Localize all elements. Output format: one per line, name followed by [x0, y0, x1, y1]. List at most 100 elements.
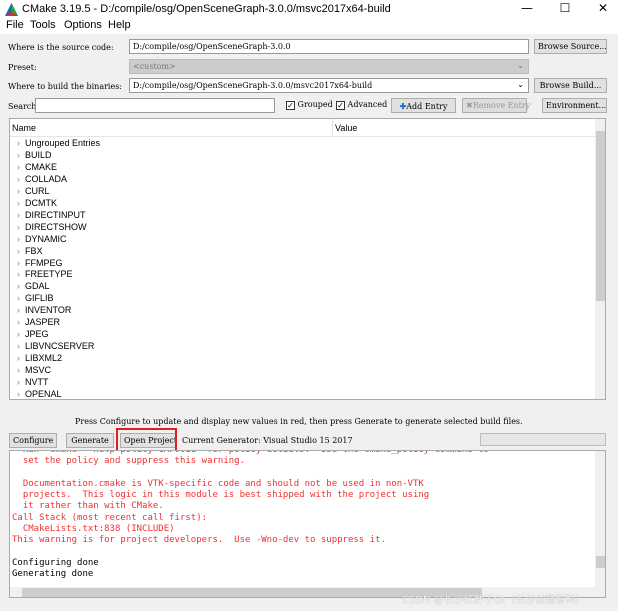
chevron-right-icon[interactable]: › — [12, 305, 25, 315]
check-icon: ✓ — [336, 100, 345, 110]
output-log[interactable]: Run "cmake --help-policy CMP0011" for po… — [9, 450, 606, 598]
grouped-checkbox[interactable]: ✓ Grouped — [286, 100, 333, 110]
tree-item-label: BUILD — [25, 149, 52, 160]
tree-item-label: NVTT — [25, 377, 49, 387]
tree-item[interactable]: › JPEG — [12, 329, 49, 341]
environment-button[interactable]: Environment... — [542, 98, 607, 113]
close-button[interactable]: ✕ — [588, 1, 618, 17]
tree-item[interactable]: › Ungrouped Entries — [12, 138, 100, 150]
menu-options[interactable]: Options — [64, 19, 102, 31]
minimize-button[interactable]: — — [512, 1, 542, 17]
tree-item[interactable]: › LIBXML2 — [12, 353, 62, 365]
tree-item[interactable]: › JASPER — [12, 317, 60, 329]
chevron-right-icon[interactable]: › — [12, 198, 25, 208]
tree-item-label: LIBVNCSERVER — [25, 341, 95, 352]
menu-file[interactable]: File — [6, 19, 24, 31]
check-icon: ✓ — [286, 100, 295, 110]
chevron-right-icon[interactable]: › — [12, 353, 25, 363]
tree-item[interactable]: › DYNAMIC — [12, 234, 67, 246]
scroll-thumb[interactable] — [596, 556, 605, 568]
tree-item[interactable]: › OPENAL — [12, 388, 62, 399]
tree-item-label: MSVC — [25, 365, 52, 376]
maximize-button[interactable]: ☐ — [550, 1, 580, 17]
log-line: Generating done — [12, 569, 94, 580]
tree-item[interactable]: › DIRECTINPUT — [12, 210, 86, 222]
tree-item[interactable]: › DCMTK — [12, 198, 57, 210]
tree-item-label: CMAKE — [25, 161, 58, 172]
chevron-right-icon[interactable]: › — [12, 341, 25, 351]
chevron-right-icon[interactable]: › — [12, 222, 25, 232]
chevron-right-icon[interactable]: › — [12, 293, 25, 303]
remove-entry-button: ✖Remove Entry — [462, 98, 530, 113]
chevron-right-icon[interactable]: › — [12, 365, 25, 375]
tree-item[interactable]: › FBX — [12, 246, 43, 258]
chevron-right-icon[interactable]: › — [12, 329, 25, 339]
tree-item[interactable]: › NVTT — [12, 377, 49, 389]
tree-item[interactable]: › MSVC — [12, 365, 51, 377]
tree-item-label: COLLADA — [25, 173, 68, 184]
log-line-warning: CMakeLists.txt:838 (INCLUDE) — [12, 524, 175, 535]
chevron-right-icon[interactable]: › — [12, 269, 25, 279]
chevron-right-icon[interactable]: › — [12, 186, 25, 196]
advanced-checkbox[interactable]: ✓ Advanced — [336, 100, 387, 110]
tree-item-label: FBX — [25, 245, 43, 256]
tree-item[interactable]: › LIBVNCSERVER — [12, 341, 94, 353]
column-value[interactable]: Value — [335, 123, 357, 133]
chevron-down-icon: ⌄ — [517, 61, 524, 70]
tree-item[interactable]: › BUILD — [12, 150, 52, 162]
add-entry-button[interactable]: ✚Add Entry — [391, 98, 456, 113]
tree-item-label: GIFLIB — [25, 293, 54, 304]
log-line-warning: projects. This logic in this module is b… — [12, 490, 430, 501]
chevron-right-icon[interactable]: › — [12, 317, 25, 327]
chevron-right-icon[interactable]: › — [12, 150, 25, 160]
tree-item[interactable]: › GIFLIB — [12, 293, 54, 305]
column-name[interactable]: Name — [12, 123, 36, 133]
preset-select: <custom> ⌄ — [129, 59, 529, 74]
tree-item[interactable]: › FREETYPE — [12, 269, 73, 281]
tree-item-label: DIRECTINPUT — [25, 209, 86, 220]
tree-item-label: DCMTK — [25, 197, 57, 208]
generate-button[interactable]: Generate — [66, 433, 114, 448]
log-line: Configuring done — [12, 557, 99, 568]
configure-button[interactable]: Configure — [9, 433, 57, 448]
chevron-right-icon[interactable]: › — [12, 246, 25, 256]
chevron-right-icon[interactable]: › — [12, 234, 25, 244]
scroll-thumb[interactable] — [596, 131, 605, 301]
source-input[interactable]: D:/compile/osg/OpenSceneGraph-3.0.0 — [129, 39, 529, 54]
chevron-right-icon[interactable]: › — [12, 210, 25, 220]
chevron-right-icon[interactable]: › — [12, 174, 25, 184]
menu-help[interactable]: Help — [108, 19, 131, 31]
tree-vertical-scrollbar[interactable] — [595, 119, 605, 399]
tree-item[interactable]: › CURL — [12, 186, 50, 198]
window-title: CMake 3.19.5 - D:/compile/osg/OpenSceneG… — [22, 3, 391, 15]
tree-item[interactable]: › INVENTOR — [12, 305, 71, 317]
tree-item-label: OPENAL — [25, 388, 62, 399]
search-input[interactable] — [35, 98, 275, 113]
chevron-down-icon: ⌄ — [517, 80, 524, 89]
tree-item[interactable]: › DIRECTSHOW — [12, 222, 87, 234]
log-line-warning — [12, 468, 489, 479]
cache-tree[interactable]: Name Value › Ungrouped Entries › BUILD › CMAK… — [9, 118, 606, 400]
tree-item[interactable]: › FFMPEG — [12, 258, 63, 270]
chevron-right-icon[interactable]: › — [12, 281, 25, 291]
chevron-right-icon[interactable]: › — [12, 162, 25, 172]
build-input[interactable]: D:/compile/osg/OpenSceneGraph-3.0.0/msvc… — [129, 78, 529, 93]
tree-item[interactable]: › CMAKE — [12, 162, 57, 174]
tree-item[interactable]: › COLLADA — [12, 174, 67, 186]
log-line-warning: Call Stack (most recent call first): — [12, 512, 208, 523]
log-vertical-scrollbar[interactable] — [595, 451, 605, 587]
chevron-right-icon[interactable]: › — [12, 377, 25, 387]
menu-bar: File Tools Options Help — [0, 18, 618, 34]
chevron-right-icon[interactable]: › — [12, 389, 25, 399]
tree-item-label: JPEG — [25, 329, 49, 340]
watermark: CSDN @长沙红胖子Qt（长沙创微智科） — [402, 595, 586, 606]
tree-item-label: DYNAMIC — [25, 233, 67, 244]
chevron-right-icon[interactable]: › — [12, 138, 25, 148]
browse-build-button[interactable]: Browse Build... — [534, 78, 607, 93]
browse-source-button[interactable]: Browse Source... — [534, 39, 607, 54]
chevron-right-icon[interactable]: › — [12, 258, 25, 268]
tree-item[interactable]: › GDAL — [12, 281, 50, 293]
log-line-warning: it rather than with CMake. — [12, 501, 164, 512]
menu-tools[interactable]: Tools — [30, 19, 56, 31]
